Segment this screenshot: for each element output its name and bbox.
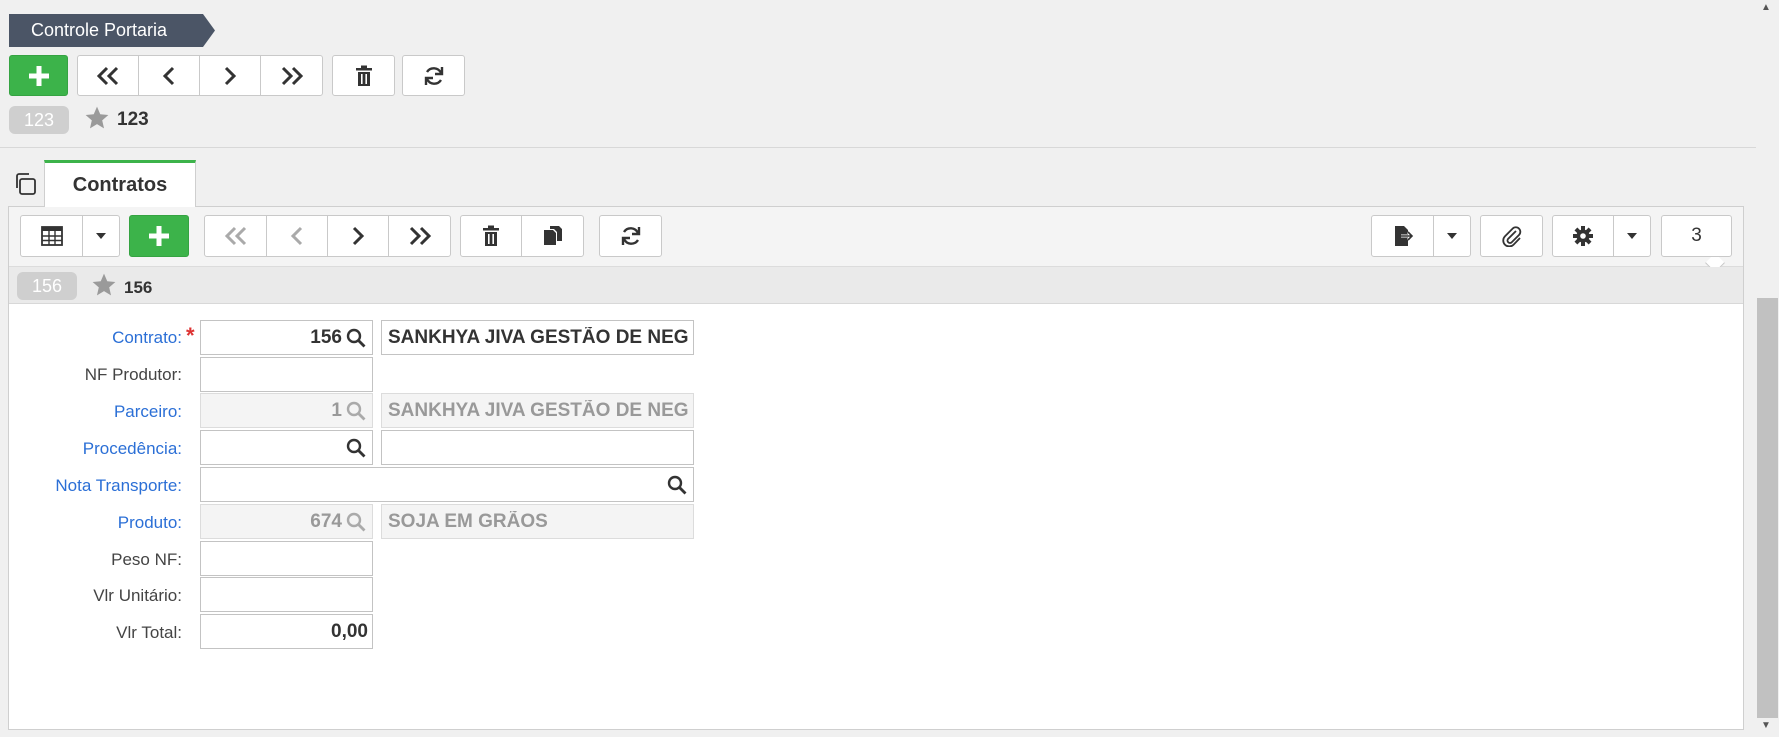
detail-id-badge: 156 (17, 272, 77, 300)
double-chevron-left-icon (96, 66, 119, 85)
procedencia-description-field (381, 430, 694, 465)
caret-down-icon (96, 233, 106, 239)
gear-icon (1573, 226, 1593, 246)
nf-produtor-label: NF Produtor: (84, 365, 182, 384)
contrato-description-value: SANKHYA JIVA GESTÃO DE NEG (388, 326, 689, 348)
previous-record-button[interactable] (138, 55, 200, 96)
add-button[interactable] (9, 55, 68, 96)
settings-button[interactable] (1552, 215, 1614, 257)
peso-nf-field[interactable] (200, 541, 373, 576)
scroll-down-arrow-icon[interactable]: ▼ (1761, 720, 1771, 731)
export-dropdown-button[interactable] (1433, 215, 1471, 257)
export-file-icon (1394, 226, 1414, 246)
parceiro-label[interactable]: Parceiro: (12, 402, 182, 422)
nota-transporte-label[interactable]: Nota Transporte: (12, 476, 182, 496)
refresh-button[interactable] (402, 55, 465, 96)
double-chevron-right-icon (281, 66, 303, 85)
double-chevron-right-icon (409, 226, 431, 246)
delete-detail-button[interactable] (460, 215, 522, 257)
peso-nf-label: Peso NF: (111, 550, 182, 569)
caret-down-icon (1447, 233, 1457, 239)
first-detail-record-button[interactable] (204, 215, 267, 257)
refresh-detail-button[interactable] (599, 215, 662, 257)
breadcrumb[interactable]: Controle Portaria (9, 14, 215, 47)
plus-icon (149, 226, 169, 246)
search-icon[interactable] (346, 328, 372, 348)
copy-windows-icon[interactable] (13, 172, 37, 196)
nota-transporte-field[interactable] (200, 467, 694, 502)
delete-button[interactable] (332, 55, 395, 96)
record-id-badge: 123 (9, 106, 69, 134)
produto-code-field: 674 (200, 504, 373, 539)
caret-down-icon (1627, 233, 1637, 239)
contrato-label[interactable]: Contrato: (12, 328, 182, 348)
parceiro-description-value: SANKHYA JIVA GESTÃO DE NEG (388, 399, 689, 421)
chevron-left-icon (290, 226, 303, 246)
plus-icon (28, 65, 49, 86)
search-icon[interactable] (346, 438, 372, 458)
parceiro-description-field: SANKHYA JIVA GESTÃO DE NEG (381, 393, 694, 428)
export-button[interactable] (1371, 215, 1434, 257)
paperclip-icon (1501, 226, 1521, 247)
detail-id-bar (9, 267, 1743, 304)
record-id-value: 123 (117, 109, 149, 130)
record-counter[interactable]: 3 (1661, 215, 1732, 257)
vlr-total-field[interactable]: 0,00 (200, 614, 373, 649)
vlr-total-value: 0,00 (331, 620, 368, 642)
search-icon (346, 401, 372, 421)
scrollbar-thumb[interactable] (1757, 298, 1778, 718)
refresh-icon (621, 227, 640, 245)
parceiro-code-field: 1 (200, 393, 373, 428)
chevron-right-icon (224, 66, 237, 85)
add-record-button[interactable] (129, 215, 189, 257)
procedencia-code-field[interactable] (200, 430, 373, 465)
search-icon[interactable] (667, 475, 693, 495)
scroll-up-arrow-icon[interactable]: ▲ (1761, 2, 1771, 13)
top-header: Controle Portaria 123 123 (0, 0, 1779, 148)
trash-icon (483, 225, 499, 246)
search-icon (346, 512, 372, 532)
produto-description-field: SOJA EM GRÃOS (381, 504, 694, 539)
previous-detail-record-button[interactable] (266, 215, 328, 257)
grid-view-button[interactable] (20, 215, 83, 257)
required-marker: * (186, 323, 195, 348)
attachment-button[interactable] (1480, 215, 1543, 257)
vlr-unitario-field[interactable] (200, 577, 373, 612)
vlr-unitario-label: Vlr Unitário: (93, 586, 182, 605)
trash-icon (355, 65, 372, 86)
vlr-total-label: Vlr Total: (116, 623, 182, 642)
refresh-icon (424, 66, 443, 85)
table-icon (40, 226, 63, 246)
double-chevron-left-icon (224, 226, 246, 246)
chevron-right-icon (352, 226, 365, 246)
contrato-description-field: SANKHYA JIVA GESTÃO DE NEG (381, 320, 694, 355)
detail-id-value: 156 (124, 278, 153, 297)
grid-view-dropdown-button[interactable] (82, 215, 120, 257)
chevron-left-icon (162, 66, 175, 85)
contrato-code-field[interactable]: 156 (200, 320, 373, 355)
produto-description-value: SOJA EM GRÃOS (388, 510, 548, 532)
first-record-button[interactable] (77, 55, 139, 96)
next-record-button[interactable] (199, 55, 261, 96)
contrato-code-value: 156 (310, 326, 342, 348)
duplicate-button[interactable] (521, 215, 584, 257)
next-detail-record-button[interactable] (327, 215, 389, 257)
produto-label[interactable]: Produto: (12, 513, 182, 533)
settings-dropdown-button[interactable] (1613, 215, 1651, 257)
favorite-star-icon[interactable] (84, 105, 110, 131)
nf-produtor-field[interactable] (200, 357, 373, 392)
favorite-star-icon[interactable] (91, 272, 117, 298)
last-record-button[interactable] (260, 55, 323, 96)
last-detail-record-button[interactable] (388, 215, 451, 257)
parceiro-code-value: 1 (331, 399, 342, 421)
procedencia-label[interactable]: Procedência: (12, 439, 182, 459)
tab-contratos[interactable]: Contratos (44, 160, 196, 207)
produto-code-value: 674 (310, 510, 342, 532)
duplicate-icon (543, 226, 562, 245)
